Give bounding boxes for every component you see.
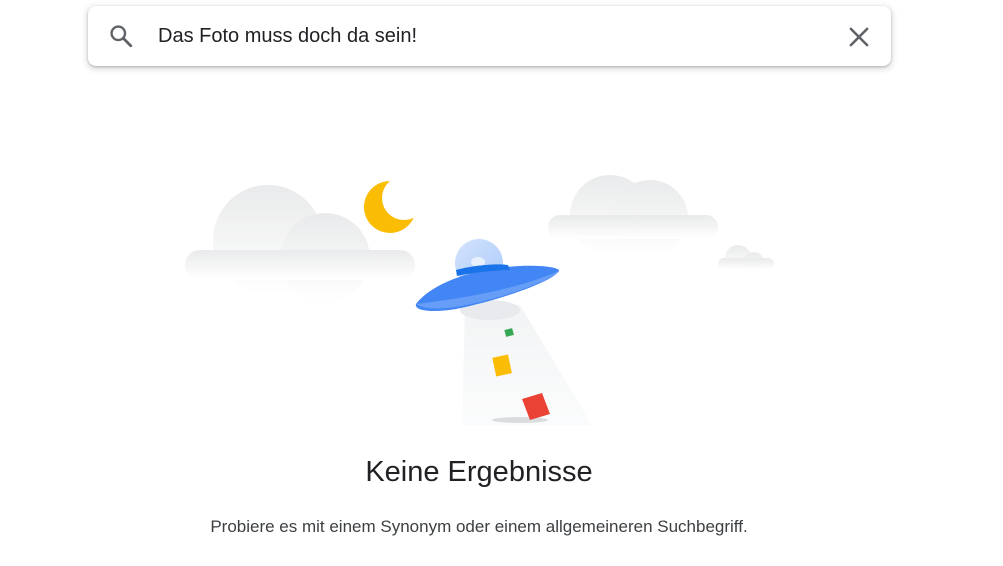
cloud-right — [548, 175, 718, 256]
no-results-title: Keine Ergebnisse — [365, 456, 593, 488]
search-bar — [88, 6, 891, 66]
cloud-small — [718, 245, 774, 272]
no-results-hint: Probiere es mit einem Synonym oder einem… — [210, 517, 748, 536]
search-icon[interactable] — [108, 23, 134, 49]
ufo — [415, 239, 560, 320]
moon-icon — [364, 176, 426, 233]
close-icon[interactable] — [846, 24, 872, 50]
search-input[interactable] — [158, 18, 818, 54]
search-results-page: Keine Ergebnisse Probiere es mit einem S… — [0, 0, 1003, 566]
ufo-illustration — [185, 175, 774, 425]
